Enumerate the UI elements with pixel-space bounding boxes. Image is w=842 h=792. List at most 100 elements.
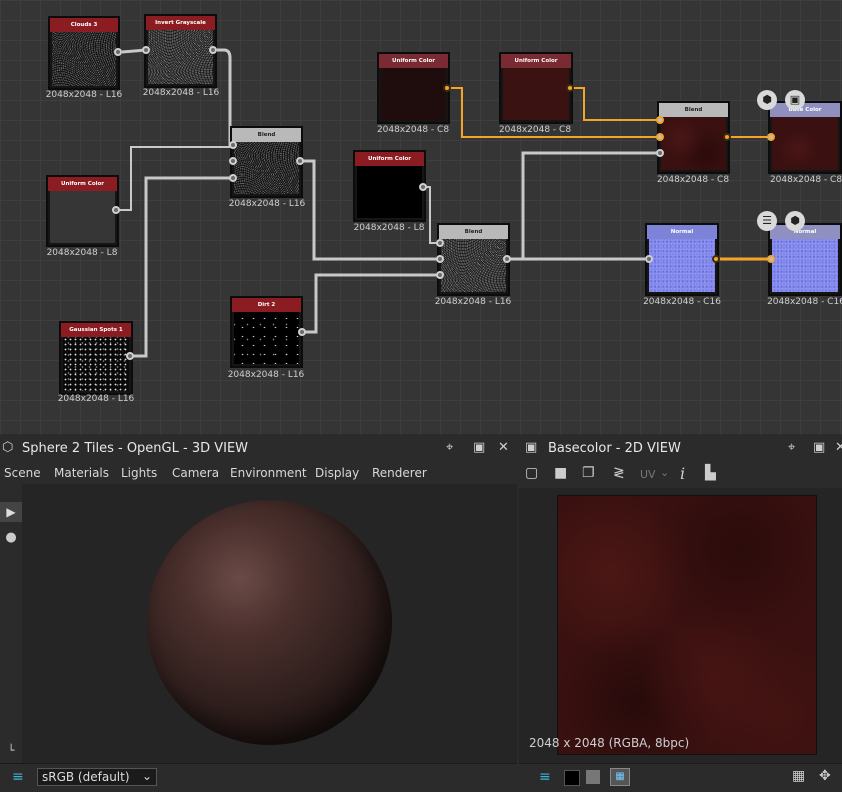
node-title: Uniform Color xyxy=(48,177,117,191)
copy-icon[interactable]: ❐ xyxy=(582,465,595,487)
2d-view-panel: ▣ Basecolor - 2D VIEW ⌖ ▣ ✕ ▢ ■ ❐ ≷ UV ⌄… xyxy=(519,434,842,792)
menu-renderer[interactable]: Renderer xyxy=(372,466,427,480)
node-size-label: 2048x2048 - L16 xyxy=(434,297,512,307)
node-invert-grayscale[interactable]: Invert Grayscale xyxy=(144,14,217,88)
light-bulb-icon[interactable]: ● xyxy=(0,528,22,548)
menu-lights[interactable]: Lights xyxy=(121,466,157,480)
output-port[interactable] xyxy=(723,133,731,141)
input-port[interactable] xyxy=(229,141,237,149)
input-port[interactable] xyxy=(656,133,664,141)
input-port[interactable] xyxy=(229,174,237,182)
node-thumbnail xyxy=(649,239,715,292)
colorspace-value: sRGB (default) xyxy=(42,770,130,784)
3d-view-icon[interactable]: ⬢ xyxy=(757,90,777,110)
pin-icon[interactable]: ⌖ xyxy=(788,440,795,455)
maximize-icon[interactable]: ▣ xyxy=(473,440,485,455)
close-icon[interactable]: ✕ xyxy=(835,440,842,455)
3d-view-icon[interactable]: ⬢ xyxy=(785,211,805,231)
chevron-down-icon: ⌄ xyxy=(660,466,670,479)
input-port[interactable] xyxy=(436,255,444,263)
close-icon[interactable]: ✕ xyxy=(498,440,509,455)
output-port[interactable] xyxy=(209,46,217,54)
color-channels-icon[interactable]: ▦ xyxy=(610,768,630,786)
output-port[interactable] xyxy=(419,183,427,191)
black-background-swatch[interactable] xyxy=(564,770,580,786)
node-base-color-output[interactable]: Base Color xyxy=(768,101,842,174)
input-port[interactable] xyxy=(767,133,775,141)
input-port[interactable] xyxy=(436,271,444,279)
node-graph[interactable]: Clouds 3 2048x2048 - L16 Invert Grayscal… xyxy=(0,0,842,434)
hierarchy-icon[interactable]: └ xyxy=(0,744,22,762)
info-icon[interactable]: i xyxy=(680,464,685,486)
menu-materials[interactable]: Materials xyxy=(54,466,109,480)
output-port[interactable] xyxy=(298,328,306,336)
3d-viewport[interactable]: ▶ ● └ xyxy=(0,484,517,764)
chevron-down-icon: ⌄ xyxy=(141,769,152,783)
node-normal-output[interactable]: Normal xyxy=(768,223,842,296)
colorspace-select[interactable]: sRGB (default) ⌄ xyxy=(37,768,157,786)
reset-view-icon[interactable]: ✥ xyxy=(819,768,831,784)
node-title: Invert Grayscale xyxy=(146,16,215,30)
node-blend-2[interactable]: Blend xyxy=(437,223,510,296)
node-size-label: 2048x2048 - L8 xyxy=(353,223,425,233)
input-port[interactable] xyxy=(645,255,653,263)
document-icon[interactable]: ☰ xyxy=(757,211,777,231)
2d-view-icon[interactable]: ▣ xyxy=(785,90,805,110)
output-port[interactable] xyxy=(296,157,304,165)
node-thumbnail xyxy=(441,239,506,292)
output-port[interactable] xyxy=(112,206,120,214)
node-clouds-3[interactable]: Clouds 3 xyxy=(48,16,120,90)
menu-display[interactable]: Display xyxy=(315,466,359,480)
output-port[interactable] xyxy=(126,352,134,360)
node-blend-1[interactable]: Blend xyxy=(230,126,303,198)
node-thumbnail xyxy=(234,142,299,194)
save-icon[interactable]: ■ xyxy=(554,465,567,487)
node-thumbnail xyxy=(772,117,838,170)
node-size-label: 2048x2048 - L8 xyxy=(46,248,118,258)
panel-title-bar: ⬡ Sphere 2 Tiles - OpenGL - 3D VIEW ⌖ ▣ … xyxy=(0,434,517,463)
output-port[interactable] xyxy=(443,84,451,92)
2d-viewport[interactable]: 2048 x 2048 (RGBA, 8bpc) xyxy=(519,488,842,764)
output-port[interactable] xyxy=(114,48,122,56)
input-port[interactable] xyxy=(656,116,664,124)
texture-info: 2048 x 2048 (RGBA, 8bpc) xyxy=(529,736,690,750)
fit-view-icon[interactable]: ▢ xyxy=(525,465,538,487)
input-port[interactable] xyxy=(767,255,775,263)
node-gaussian-spots-1[interactable]: Gaussian Spots 1 xyxy=(59,321,133,395)
node-uniform-color-dark-red[interactable]: Uniform Color xyxy=(377,52,450,124)
share-icon[interactable]: ≷ xyxy=(613,465,625,487)
maximize-icon[interactable]: ▣ xyxy=(813,440,825,455)
layers-icon[interactable]: ≡ xyxy=(539,769,551,785)
node-size-label: 2048x2048 - C8 xyxy=(769,175,842,185)
input-port[interactable] xyxy=(229,157,237,165)
node-uniform-color-grey[interactable]: Uniform Color xyxy=(46,175,119,247)
menu-scene[interactable]: Scene xyxy=(4,466,41,480)
node-uniform-color-red[interactable]: Uniform Color xyxy=(499,52,573,124)
uv-dropdown[interactable]: UV xyxy=(640,468,656,490)
output-port[interactable] xyxy=(712,255,720,263)
grid-icon[interactable]: ▦ xyxy=(792,768,805,784)
panel-title: Sphere 2 Tiles - OpenGL - 3D VIEW xyxy=(22,441,249,456)
grey-background-swatch[interactable] xyxy=(586,770,600,784)
node-title: Normal xyxy=(647,225,717,239)
node-blend-3[interactable]: Blend xyxy=(657,101,730,174)
pin-icon[interactable]: ⌖ xyxy=(446,440,453,455)
node-title: Uniform Color xyxy=(501,54,571,68)
menu-environment[interactable]: Environment xyxy=(230,466,307,480)
output-port[interactable] xyxy=(503,255,511,263)
node-size-label: 2048x2048 - L16 xyxy=(142,88,220,98)
3d-view-menu: Scene Materials Lights Camera Environmen… xyxy=(0,462,517,484)
menu-camera[interactable]: Camera xyxy=(172,466,219,480)
input-port[interactable] xyxy=(436,239,444,247)
input-port[interactable] xyxy=(142,46,150,54)
output-port[interactable] xyxy=(566,84,574,92)
node-normal[interactable]: Normal xyxy=(645,223,719,296)
node-size-label: 2048x2048 - L16 xyxy=(228,199,306,209)
node-title: Blend xyxy=(439,225,508,239)
node-dirt-2[interactable]: Dirt 2 xyxy=(230,296,303,368)
camera-icon[interactable]: ▶ xyxy=(0,502,22,522)
input-port[interactable] xyxy=(656,149,664,157)
layers-icon[interactable]: ≡ xyxy=(12,769,24,785)
node-uniform-color-black[interactable]: Uniform Color xyxy=(353,150,426,222)
histogram-icon[interactable]: ▙ xyxy=(705,465,716,487)
